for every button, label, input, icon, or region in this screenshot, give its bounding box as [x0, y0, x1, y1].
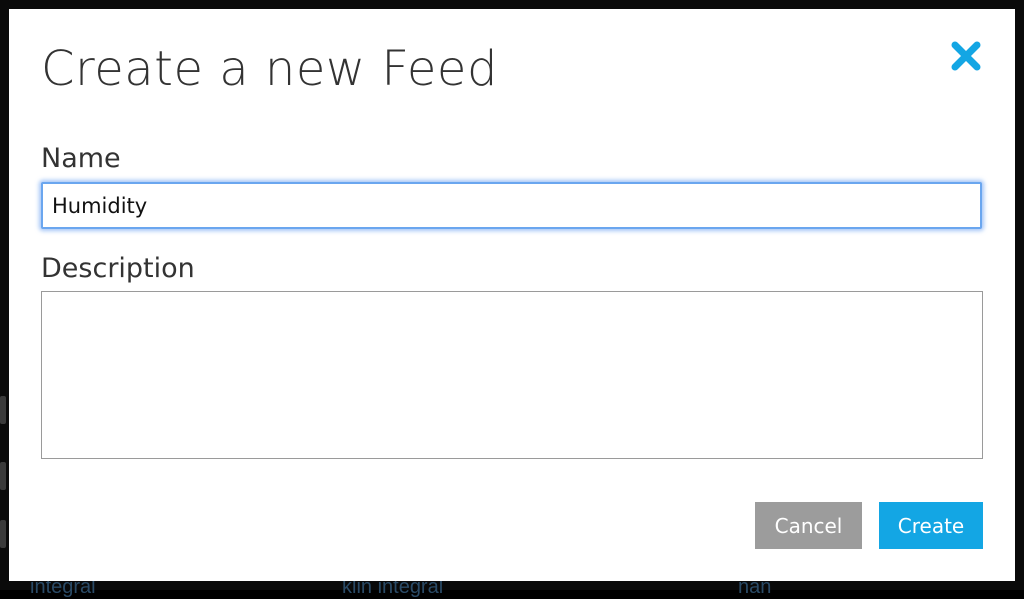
cancel-button[interactable]: Cancel — [755, 502, 862, 549]
name-field[interactable] — [41, 182, 982, 229]
close-icon — [951, 41, 981, 71]
name-label: Name — [41, 143, 121, 174]
description-label: Description — [41, 253, 195, 284]
modal-title: Create a new Feed — [41, 41, 498, 97]
create-feed-modal: Create a new Feed Name Description Cance… — [9, 9, 1015, 581]
close-button[interactable] — [949, 39, 983, 73]
background-element — [0, 520, 6, 548]
background-element — [0, 396, 6, 424]
description-field[interactable] — [41, 291, 983, 459]
create-button[interactable]: Create — [879, 502, 983, 549]
background-element — [0, 462, 6, 490]
